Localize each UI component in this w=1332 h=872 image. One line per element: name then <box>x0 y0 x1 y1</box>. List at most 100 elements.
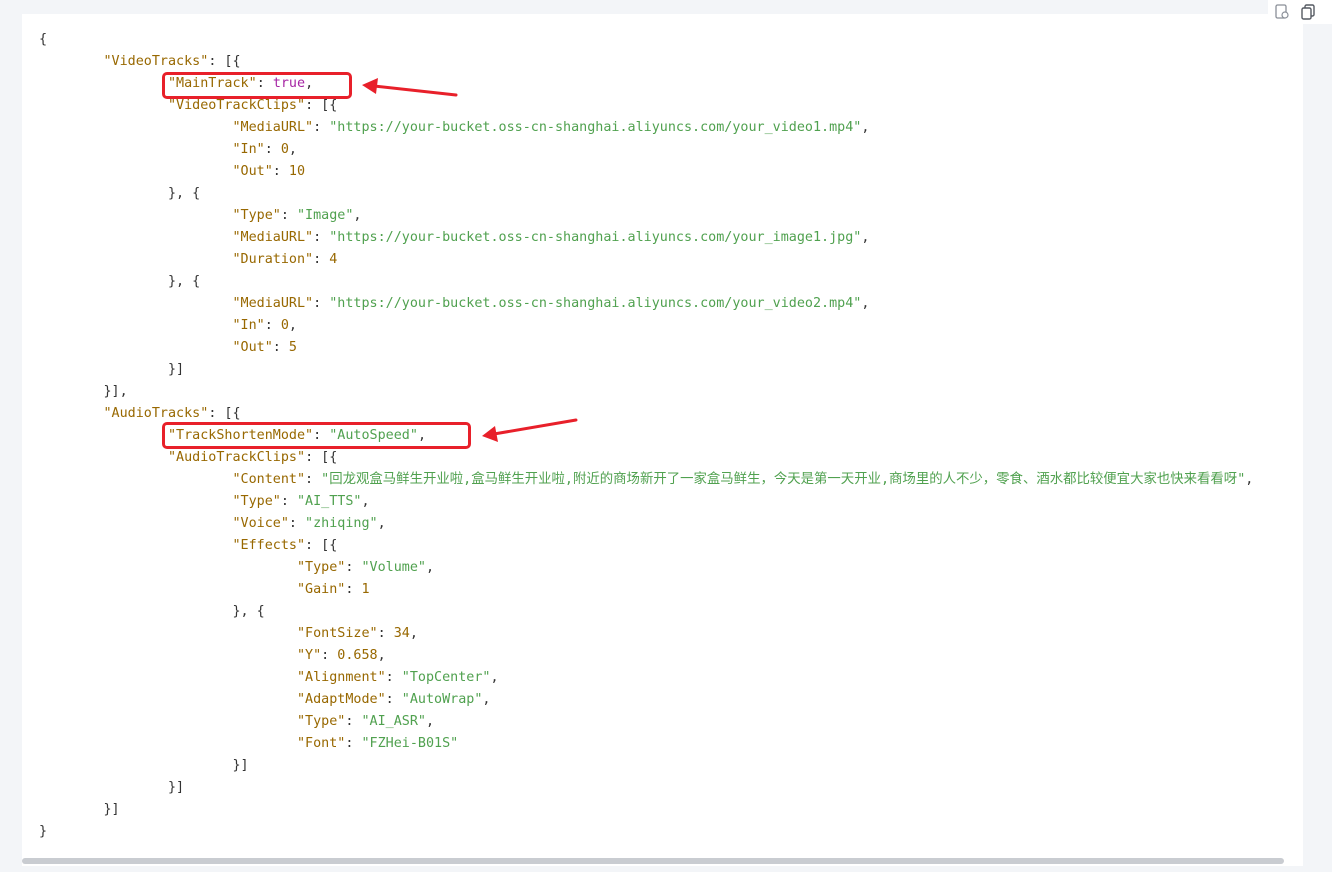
json-key: "FontSize" <box>296 626 378 641</box>
json-punct <box>39 142 232 157</box>
json-punct: } <box>39 824 48 839</box>
json-punct <box>39 296 232 311</box>
highlight-box-trackshortenmode <box>162 422 471 449</box>
json-punct: : <box>345 714 362 729</box>
json-punct <box>39 76 168 91</box>
code-line: }] <box>39 799 1253 821</box>
copy-icon[interactable] <box>1298 2 1318 22</box>
code-line: }, { <box>39 183 1253 205</box>
code-line: "In": 0, <box>39 139 1253 161</box>
copy-doc-icon[interactable] <box>1272 2 1292 22</box>
code-line: "VideoTracks": [{ <box>39 51 1253 73</box>
json-punct <box>39 164 232 179</box>
json-punct: , <box>861 230 870 245</box>
code-line: "FontSize": 34, <box>39 623 1253 645</box>
json-punct: , <box>1245 472 1254 487</box>
json-punct <box>39 626 297 641</box>
json-key: "Alignment" <box>296 670 386 685</box>
json-punct <box>39 692 297 707</box>
code-line: "MediaURL": "https://your-bucket.oss-cn-… <box>39 293 1253 315</box>
json-key: "AdaptMode" <box>296 692 386 707</box>
json-punct: }], <box>39 384 128 399</box>
json-punct: : <box>385 692 402 707</box>
json-key: "Type" <box>296 560 346 575</box>
json-punct <box>39 428 168 443</box>
json-punct: }, { <box>39 604 265 619</box>
code-line: "Font": "FZHei-B01S" <box>39 733 1253 755</box>
json-punct <box>39 318 232 333</box>
json-string: "https://your-bucket.oss-cn-shanghai.ali… <box>329 230 862 245</box>
json-punct <box>39 230 232 245</box>
json-key: "MediaURL" <box>232 230 314 245</box>
json-punct: , <box>377 648 386 663</box>
json-number: 34 <box>393 626 410 641</box>
code-line: "Content": "回龙观盒马鲜生开业啦,盒马鲜生开业啦,附近的商场新开了一… <box>39 469 1253 491</box>
json-punct: : <box>280 494 297 509</box>
code-line: "Out": 10 <box>39 161 1253 183</box>
json-number: 10 <box>288 164 306 179</box>
json-key: "Voice" <box>232 516 289 531</box>
code-line: }] <box>39 755 1253 777</box>
json-punct: , <box>490 670 499 685</box>
code-line: "In": 0, <box>39 315 1253 337</box>
json-string: "Image" <box>296 208 354 223</box>
json-string: "zhiqing" <box>305 516 378 531</box>
json-key: "Content" <box>232 472 306 487</box>
json-punct: }] <box>39 758 249 773</box>
json-punct: , <box>482 692 491 707</box>
json-key: "Font" <box>296 736 346 751</box>
code-line: "AdaptMode": "AutoWrap", <box>39 689 1253 711</box>
json-punct <box>39 208 232 223</box>
json-punct: : <box>377 626 394 641</box>
json-number: 0 <box>280 318 289 333</box>
code-line: "Type": "Volume", <box>39 557 1253 579</box>
json-number: 0 <box>280 142 289 157</box>
json-punct <box>39 252 232 267</box>
json-punct: : <box>288 516 306 531</box>
code-line: "AudioTrackClips": [{ <box>39 447 1253 469</box>
json-number: 5 <box>288 340 297 355</box>
json-punct: : <box>345 560 362 575</box>
json-punct: : <box>345 736 362 751</box>
json-punct <box>39 714 297 729</box>
json-number: 4 <box>329 252 338 267</box>
json-punct <box>39 472 232 487</box>
json-punct: }, { <box>39 186 201 201</box>
json-punct: , <box>861 296 870 311</box>
json-string: "FZHei-B01S" <box>361 736 459 751</box>
json-punct <box>39 670 297 685</box>
json-punct <box>39 494 232 509</box>
code-line: "Out": 5 <box>39 337 1253 359</box>
json-punct: : [{ <box>208 406 241 421</box>
json-string: "回龙观盒马鲜生开业啦,盒马鲜生开业啦,附近的商场新开了一家盒马鲜生，今天是第一… <box>321 472 1246 487</box>
highlight-box-maintrack <box>162 72 352 99</box>
code-line: }], <box>39 381 1253 403</box>
code-line: "Type": "Image", <box>39 205 1253 227</box>
json-punct: , <box>353 208 362 223</box>
code-line: }] <box>39 359 1253 381</box>
horizontal-scrollbar[interactable] <box>22 858 1284 866</box>
json-punct: : [{ <box>305 450 338 465</box>
json-punct: : <box>313 252 330 267</box>
json-key: "VideoTrackClips" <box>168 98 306 113</box>
json-key: "Effects" <box>232 538 306 553</box>
json-punct: : <box>272 340 289 355</box>
json-punct: : <box>345 582 362 597</box>
scrollbar-thumb[interactable] <box>22 858 1284 864</box>
json-punct: : <box>280 208 297 223</box>
json-number: 1 <box>361 582 370 597</box>
code-line: "Type": "AI_TTS", <box>39 491 1253 513</box>
json-punct: }] <box>39 802 120 817</box>
json-key: "AudioTracks" <box>103 406 209 421</box>
code-line: "Alignment": "TopCenter", <box>39 667 1253 689</box>
json-punct: : <box>321 648 338 663</box>
json-punct <box>39 340 232 355</box>
code-line: "Voice": "zhiqing", <box>39 513 1253 535</box>
code-line: }, { <box>39 601 1253 623</box>
code-line: } <box>39 821 1253 843</box>
json-punct <box>39 98 168 113</box>
code-line: "MediaURL": "https://your-bucket.oss-cn-… <box>39 117 1253 139</box>
json-punct <box>39 406 104 421</box>
json-punct: , <box>425 560 435 575</box>
code-line: }] <box>39 777 1253 799</box>
